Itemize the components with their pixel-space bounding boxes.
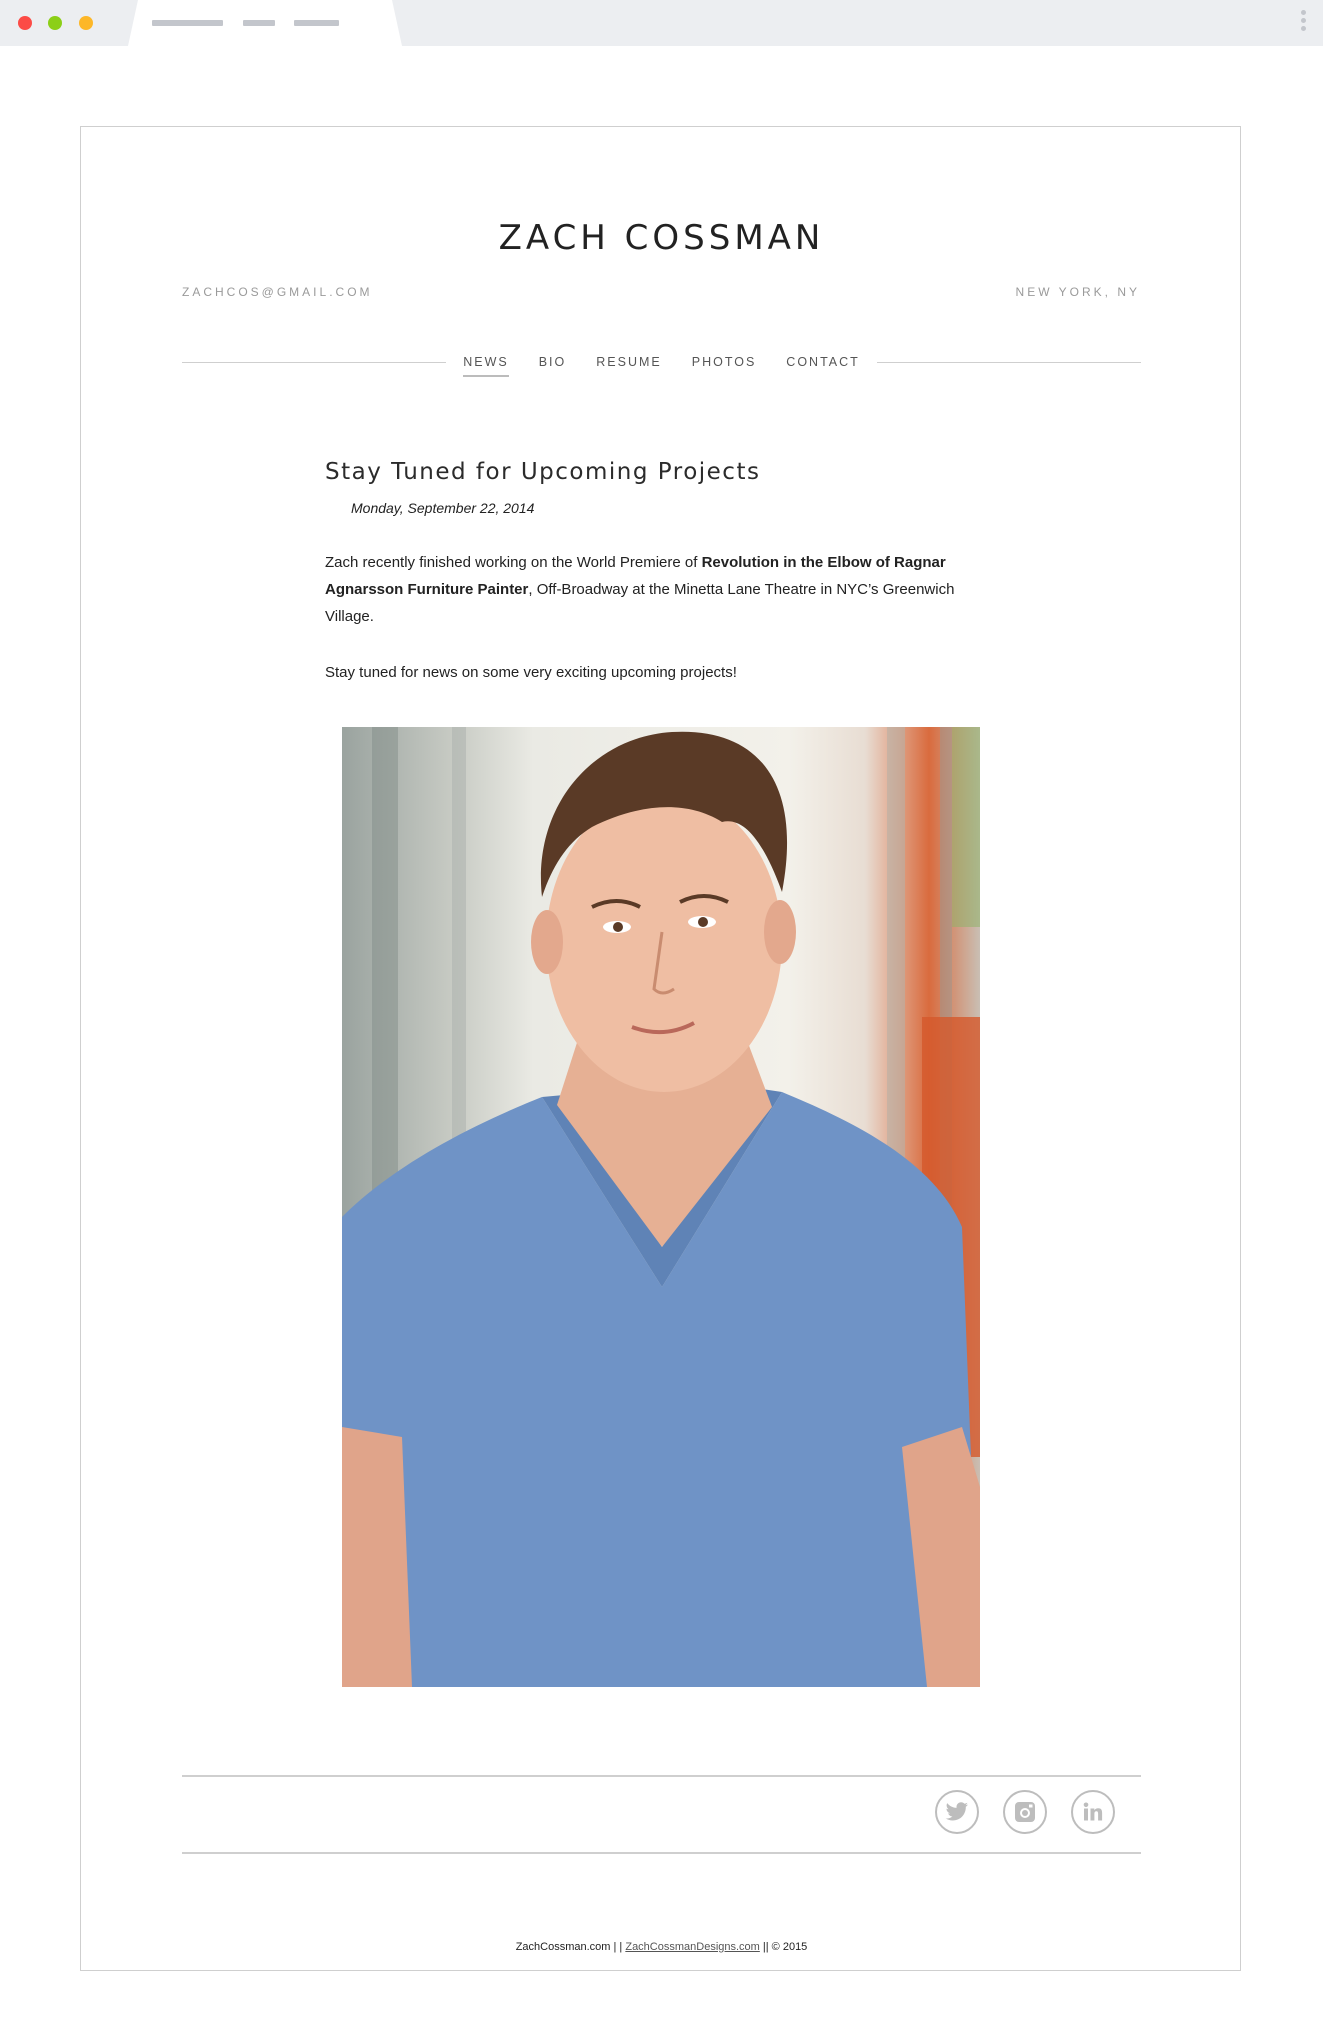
linkedin-link[interactable] bbox=[1071, 1790, 1115, 1834]
minimize-window-button[interactable] bbox=[48, 16, 62, 30]
main-nav: NEWS BIO RESUME PHOTOS CONTACT bbox=[446, 355, 877, 377]
site-title[interactable]: ZACH COSSMAN bbox=[0, 218, 1323, 258]
linkedin-icon bbox=[1083, 1802, 1103, 1821]
footer-credits: ZachCossman.com | | ZachCossmanDesigns.c… bbox=[0, 1941, 1323, 1953]
nav-divider-left bbox=[182, 362, 446, 363]
nav-item-news[interactable]: NEWS bbox=[448, 355, 524, 377]
footer-separator: | | bbox=[610, 1941, 626, 1953]
instagram-icon bbox=[1015, 1802, 1035, 1822]
post-date: Monday, September 22, 2014 bbox=[351, 500, 535, 516]
maximize-window-button[interactable] bbox=[79, 16, 93, 30]
footer-copyright: © 2015 bbox=[771, 1941, 808, 1953]
browser-menu-icon[interactable] bbox=[1300, 10, 1308, 36]
nav-item-resume[interactable]: RESUME bbox=[581, 355, 676, 369]
nav-item-contact[interactable]: CONTACT bbox=[771, 355, 875, 369]
twitter-icon bbox=[945, 1802, 969, 1821]
close-window-button[interactable] bbox=[18, 16, 32, 30]
tab-placeholder-bar bbox=[294, 20, 339, 26]
footer-divider bbox=[182, 1775, 1141, 1777]
nav-item-bio[interactable]: BIO bbox=[524, 355, 582, 369]
footer-separator: || bbox=[759, 1941, 772, 1953]
post-paragraph: Stay tuned for news on some very excitin… bbox=[325, 664, 737, 681]
footer-divider bbox=[182, 1852, 1141, 1854]
nav-divider-right bbox=[877, 362, 1141, 363]
tab-placeholder-bar bbox=[243, 20, 275, 26]
footer-site-name: ZachCossman.com bbox=[515, 1941, 611, 1953]
post-paragraph: Zach recently finished working on the Wo… bbox=[325, 549, 985, 630]
tab-placeholder-bar bbox=[152, 20, 223, 26]
post-title[interactable]: Stay Tuned for Upcoming Projects bbox=[325, 459, 760, 485]
designer-link[interactable]: ZachCossmanDesigns.com bbox=[625, 1941, 760, 1953]
instagram-link[interactable] bbox=[1003, 1790, 1047, 1834]
twitter-link[interactable] bbox=[935, 1790, 979, 1834]
paragraph-text: Zach recently finished working on the Wo… bbox=[325, 554, 702, 571]
location-text: NEW YORK, NY bbox=[1015, 285, 1140, 299]
contact-email[interactable]: ZACHCOS@GMAIL.COM bbox=[182, 285, 373, 299]
browser-chrome bbox=[0, 0, 1323, 46]
nav-item-photos[interactable]: PHOTOS bbox=[677, 355, 772, 369]
headshot-photo bbox=[342, 727, 980, 1687]
